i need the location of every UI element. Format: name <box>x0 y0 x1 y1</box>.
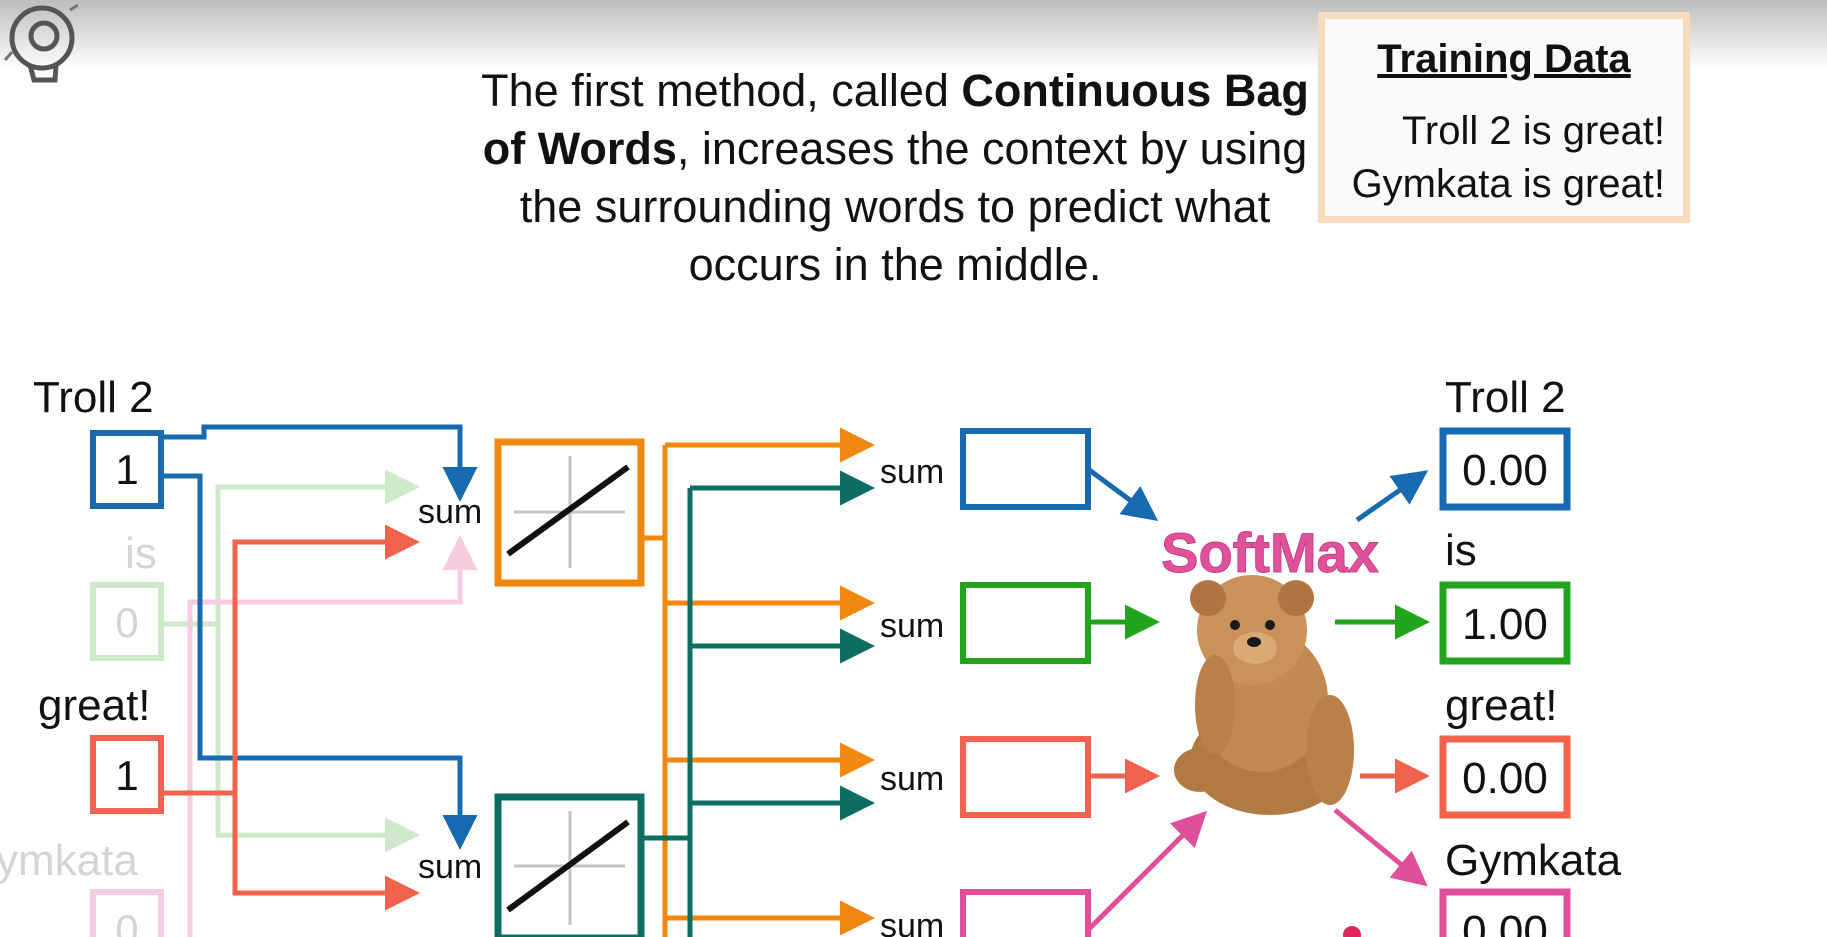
sum-box-troll2 <box>960 428 1091 510</box>
output-label-gymkata: Gymkata <box>1445 836 1622 885</box>
output-sum-label-4: sum <box>880 907 944 937</box>
softmax-title: SoftMax <box>1161 521 1379 584</box>
pointer-dot <box>1343 926 1361 937</box>
hidden-sum-label-2: sum <box>418 848 482 886</box>
input-label-troll2: Troll 2 <box>33 373 154 422</box>
input-value-gymkata: 0 <box>115 906 138 937</box>
input-value-troll2: 1 <box>115 446 138 493</box>
activation2-connections <box>641 470 875 937</box>
input-value-is: 0 <box>115 599 138 646</box>
output-value-is: 1.00 <box>1462 600 1548 649</box>
hidden-sum-label-1: sum <box>418 493 482 531</box>
input-label-gymkata: ymkata <box>0 836 138 885</box>
identity-activation-icon <box>494 438 645 587</box>
output-value-great: 0.00 <box>1462 754 1548 803</box>
output-value-gymkata: 0.00 <box>1462 907 1548 937</box>
output-value-troll2: 0.00 <box>1462 446 1548 495</box>
output-sum-label-3: sum <box>880 760 944 798</box>
activation1-connections <box>641 427 875 937</box>
input-label-great: great! <box>38 681 151 730</box>
identity-activation-icon <box>494 793 645 937</box>
teddy-bear-icon <box>1174 575 1354 815</box>
sum-box-is <box>960 582 1091 664</box>
input-label-is: is <box>125 529 157 578</box>
output-label-great: great! <box>1445 681 1558 730</box>
output-sum-label-1: sum <box>880 453 944 491</box>
output-label-is: is <box>1445 526 1477 575</box>
output-sum-boxes <box>960 428 1091 937</box>
cbow-network-diagram: Troll 2 1 is 0 great! 1 ymkata 0 sum sum <box>0 373 1622 937</box>
sum-box-great <box>960 736 1091 818</box>
input-value-great: 1 <box>115 752 138 799</box>
output-sum-label-2: sum <box>880 607 944 645</box>
output-label-troll2: Troll 2 <box>1445 373 1566 422</box>
faded-is-connections <box>163 469 478 937</box>
sum-box-gymkata <box>960 889 1091 937</box>
